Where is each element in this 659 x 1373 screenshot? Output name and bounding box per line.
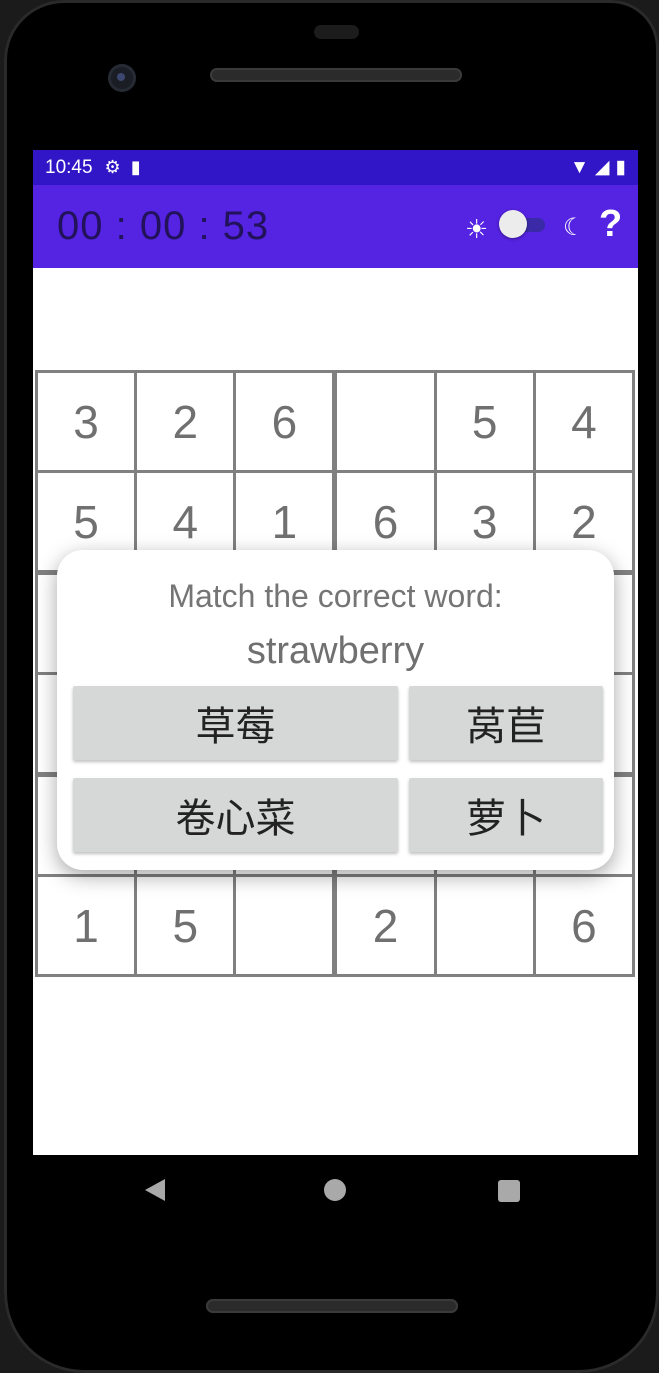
earpiece (314, 25, 359, 39)
theme-toggle[interactable] (499, 210, 545, 238)
grid-cell[interactable]: 4 (532, 370, 636, 473)
word-match-dialog: Match the correct word: strawberry 草莓 莴苣… (57, 550, 614, 870)
battery-icon: ▮ (615, 157, 626, 178)
grid-row: 3 2 6 5 4 (34, 370, 636, 473)
choice-button-4[interactable]: 萝卜 (409, 778, 603, 852)
grid-cell[interactable]: 2 (134, 370, 237, 473)
grid-cell[interactable]: 5 (134, 874, 237, 977)
sd-card-icon: ▮ (130, 157, 141, 177)
signal-icon: ◢ (594, 157, 610, 178)
speaker-grille-top (210, 68, 462, 82)
dialog-prompt: Match the correct word: (168, 578, 503, 614)
grid-cell[interactable] (233, 874, 337, 977)
status-bar: 10:45 ⚙ ▮ ▼ ◢ ▮ (33, 150, 638, 185)
grid-cell[interactable]: 6 (233, 370, 337, 473)
help-button[interactable]: ? (599, 203, 622, 246)
status-time: 10:45 (45, 156, 93, 178)
grid-cell[interactable]: 6 (532, 874, 636, 977)
grid-cell[interactable]: 3 (34, 370, 138, 473)
choice-button-2[interactable]: 莴苣 (409, 686, 603, 760)
toggle-thumb (499, 210, 527, 238)
wifi-icon: ▼ (570, 156, 589, 178)
grid-cell[interactable]: 5 (433, 370, 536, 473)
home-icon[interactable] (324, 1179, 346, 1201)
app-screen: 10:45 ⚙ ▮ ▼ ◢ ▮ 00 : 00 : 53 ☀ ☾ ? 3 2 6… (33, 150, 638, 1155)
app-toolbar: 00 : 00 : 53 ☀ ☾ ? (33, 185, 638, 268)
grid-cell[interactable] (332, 370, 437, 473)
game-timer: 00 : 00 : 53 (57, 204, 270, 248)
target-word: strawberry (246, 630, 425, 672)
choice-button-3[interactable]: 卷心菜 (73, 778, 398, 852)
recents-icon[interactable] (498, 1180, 520, 1202)
gear-icon: ⚙ (104, 157, 121, 177)
grid-cell[interactable]: 1 (34, 874, 138, 977)
sun-icon: ☀ (465, 215, 489, 245)
grid-row: 1 5 2 6 (34, 874, 636, 977)
moon-icon: ☾ (563, 213, 585, 241)
system-nav-bar (33, 1155, 638, 1230)
grid-cell[interactable]: 2 (332, 874, 437, 977)
front-camera (108, 64, 136, 92)
speaker-grille-bottom (206, 1299, 458, 1313)
grid-cell[interactable] (433, 874, 536, 977)
back-icon[interactable] (145, 1179, 165, 1201)
choice-button-1[interactable]: 草莓 (73, 686, 398, 760)
